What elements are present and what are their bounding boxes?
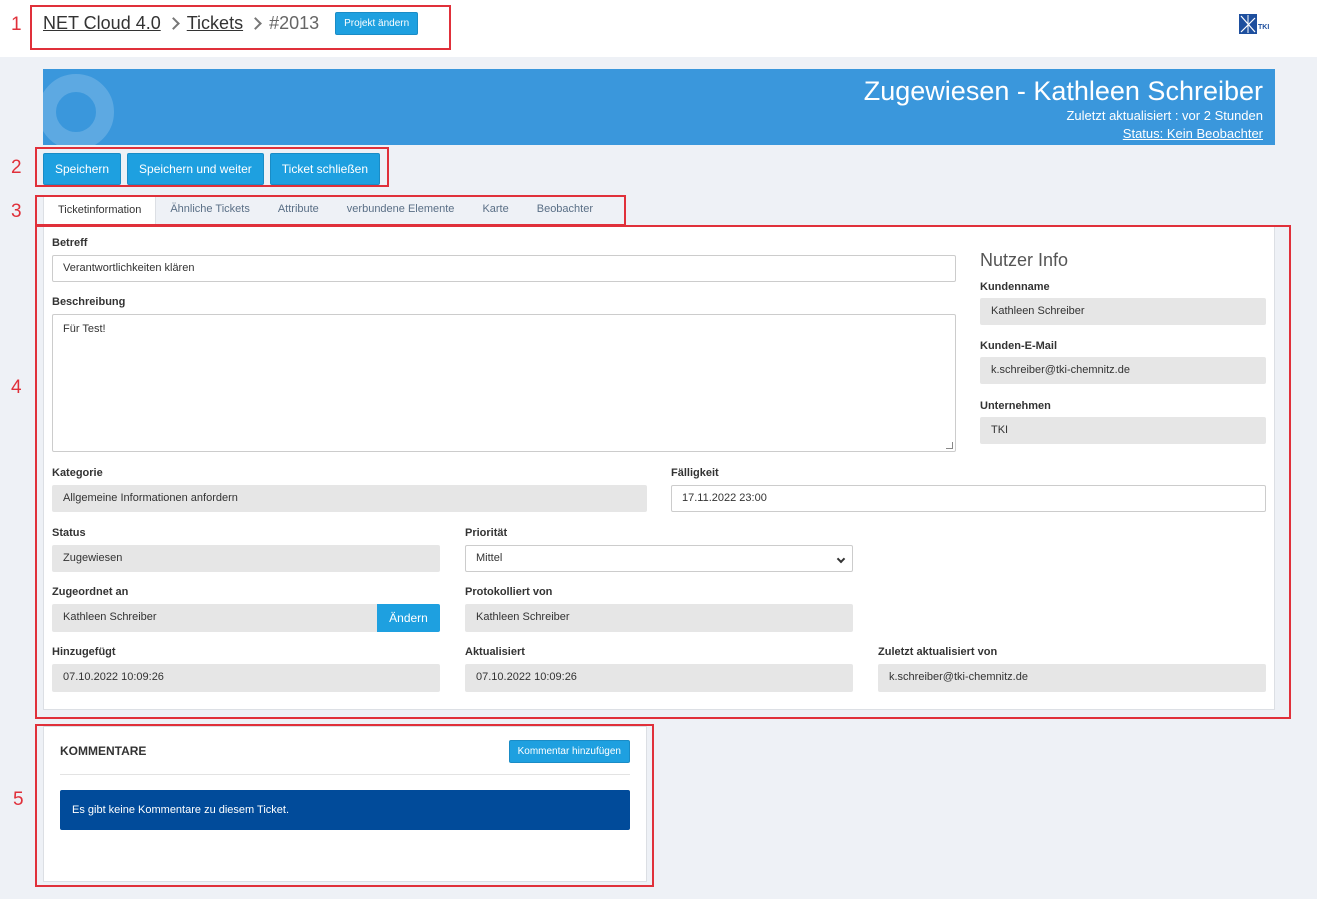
ticket-title: Zugewiesen - Kathleen Schreiber [863,76,1263,106]
ticket-header-banner: Zugewiesen - Kathleen Schreiber Zuletzt … [43,69,1275,145]
last-updated-text: Zuletzt aktualisiert : vor 2 Stunden [1066,108,1263,123]
annotation-number-5: 5 [13,789,24,810]
lifebuoy-icon [43,74,114,145]
annotation-box-1 [30,5,451,50]
annotation-number-2: 2 [11,157,22,178]
watcher-status-link[interactable]: Status: Kein Beobachter [1123,126,1263,141]
annotation-number-1: 1 [11,14,22,35]
annotation-box-5 [35,724,654,887]
annotation-number-4: 4 [11,377,22,398]
annotation-box-4 [35,225,1291,719]
annotation-box-3 [35,195,626,226]
annotation-number-3: 3 [11,201,22,222]
annotation-box-2 [35,147,389,187]
logo-text: TKI [1258,24,1269,31]
tki-logo: TKI [1238,13,1274,37]
